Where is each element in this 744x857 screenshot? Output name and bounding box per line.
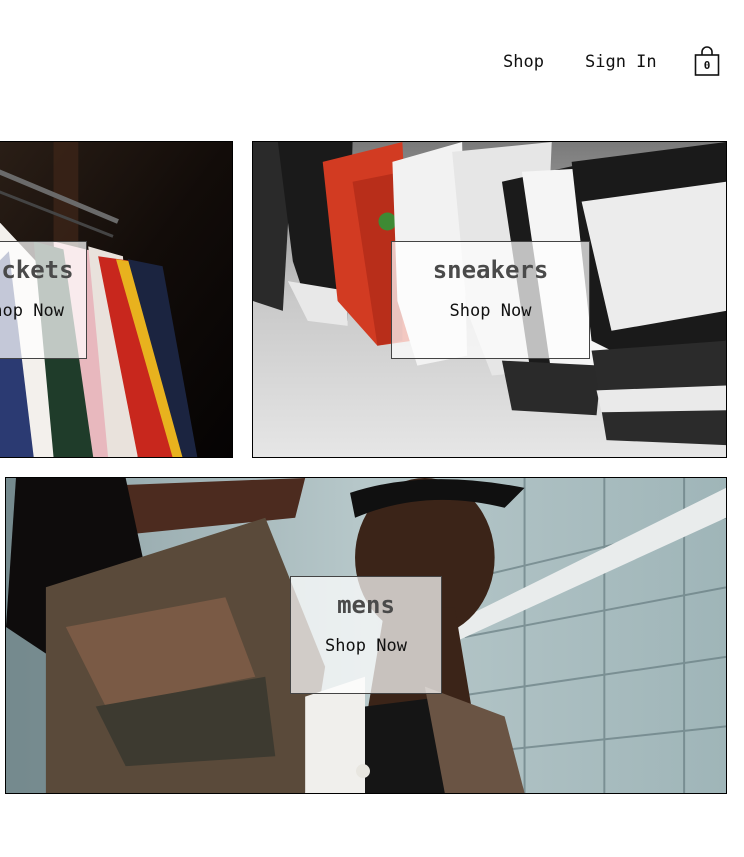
shop-now-link[interactable]: Shop Now [291, 636, 441, 656]
nav-shop-link[interactable]: Shop [503, 52, 544, 72]
tile-title: jackets [0, 256, 74, 284]
category-tile-mens[interactable]: mens Shop Now [5, 477, 727, 794]
cart-button[interactable]: 0 [694, 45, 722, 77]
tile-title: sneakers [432, 256, 549, 284]
tile-content-mens: mens Shop Now [290, 576, 442, 694]
tile-content-jackets: jackets Shop Now [0, 241, 87, 359]
category-tile-jackets[interactable]: jackets Shop Now [0, 141, 233, 458]
tile-content-sneakers: sneakers Shop Now [391, 241, 590, 359]
shop-now-link[interactable]: Shop Now [392, 301, 589, 321]
nav-sign-in-link[interactable]: Sign In [585, 52, 657, 72]
shop-now-link[interactable]: Shop Now [0, 301, 86, 321]
tile-title: mens [337, 591, 395, 619]
category-tile-sneakers[interactable]: sneakers Shop Now [252, 141, 727, 458]
cart-count: 0 [703, 59, 711, 72]
header: Shop Sign In 0 [0, 0, 744, 120]
